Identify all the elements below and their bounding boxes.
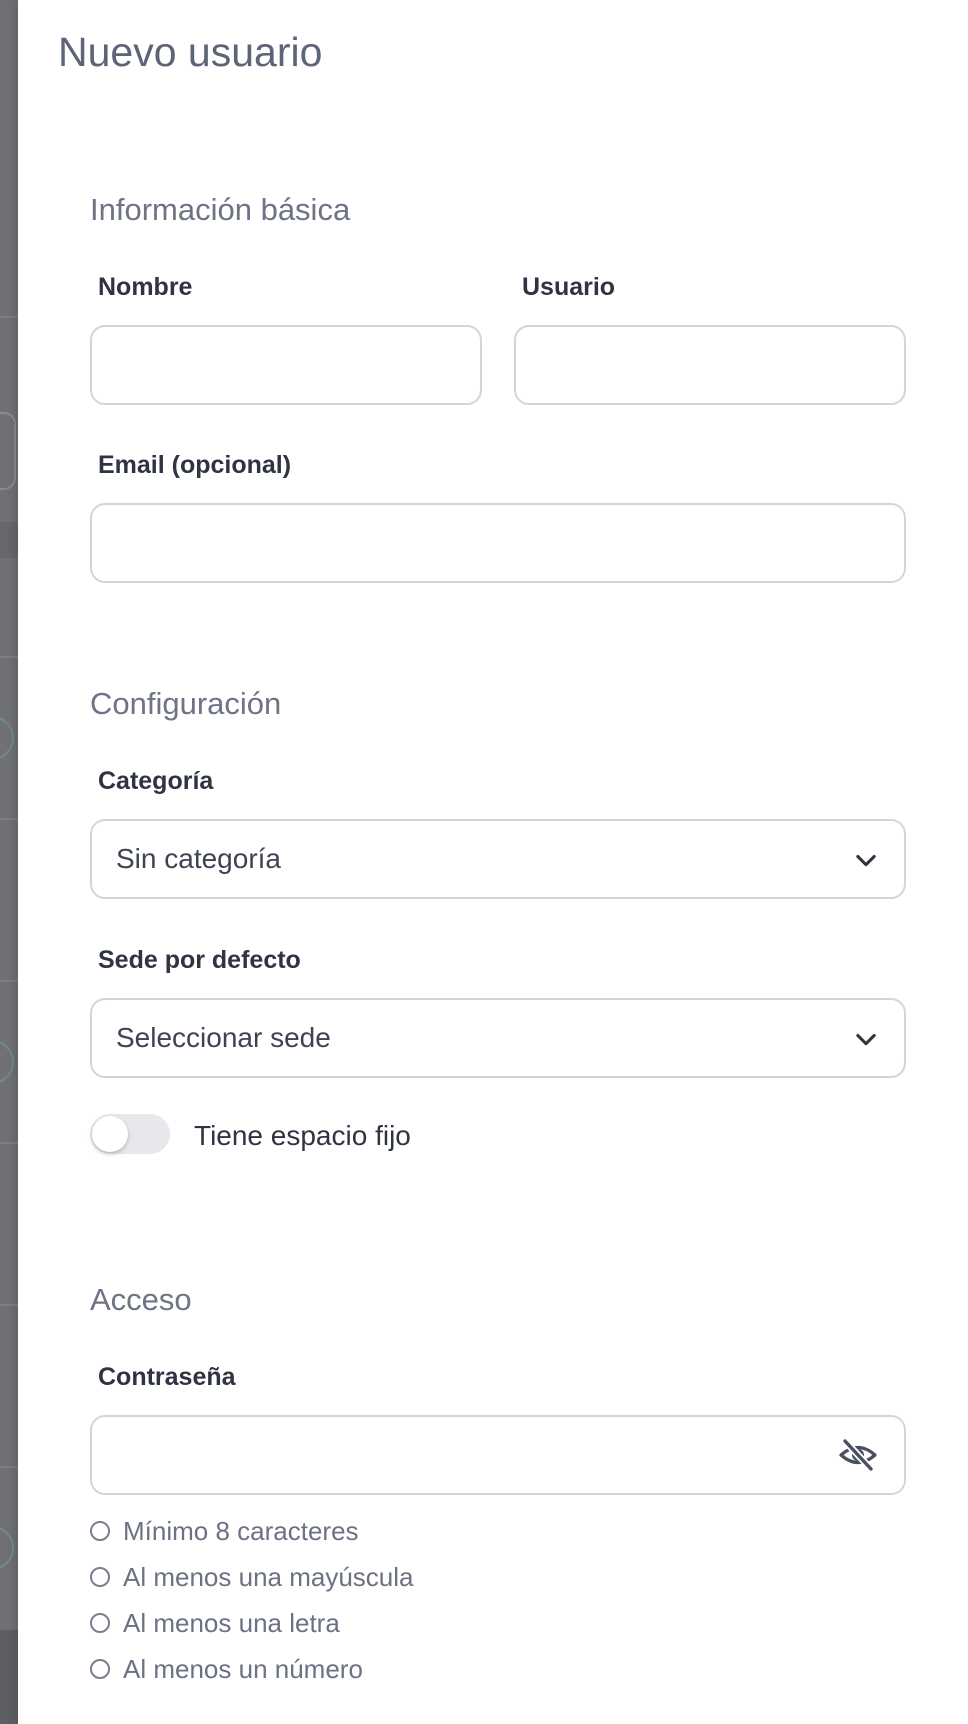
- background-card-edge: [0, 412, 16, 490]
- section-heading-configuration: Configuración: [90, 686, 282, 721]
- fixed-space-label: Tiene espacio fijo: [194, 1120, 411, 1151]
- email-input[interactable]: [92, 505, 904, 581]
- chevron-down-icon: [856, 1033, 876, 1046]
- requirement-unchecked-icon: [90, 1521, 110, 1541]
- password-label: Contraseña: [98, 1363, 236, 1391]
- name-label: Nombre: [98, 273, 193, 301]
- username-input[interactable]: [516, 327, 904, 403]
- background-divider: [0, 1304, 18, 1306]
- new-user-drawer: Nuevo usuario Información básica Nombre …: [18, 0, 968, 1724]
- fixed-space-toggle[interactable]: [90, 1114, 170, 1154]
- background-divider: [0, 1466, 18, 1468]
- name-field[interactable]: [90, 325, 482, 405]
- requirement-unchecked-icon: [90, 1659, 110, 1679]
- password-field[interactable]: [90, 1415, 906, 1495]
- eye-off-icon[interactable]: [838, 1437, 878, 1473]
- username-field[interactable]: [514, 325, 906, 405]
- email-label: Email (opcional): [98, 451, 292, 479]
- background-overlay[interactable]: [0, 0, 18, 1724]
- requirement-unchecked-icon: [90, 1567, 110, 1587]
- background-divider: [0, 316, 18, 318]
- username-label: Usuario: [522, 273, 616, 301]
- category-select[interactable]: Sin categoría: [90, 819, 906, 899]
- name-input[interactable]: [92, 327, 480, 403]
- toggle-knob: [92, 1116, 128, 1152]
- background-avatar-edge: [0, 1526, 14, 1570]
- requirement-text: Al menos un número: [123, 1654, 363, 1684]
- email-field[interactable]: [90, 503, 906, 583]
- background-footer: [0, 1630, 18, 1724]
- requirement-text: Al menos una letra: [123, 1608, 340, 1638]
- category-selected-value: Sin categoría: [116, 843, 281, 874]
- section-heading-basic-info: Información básica: [90, 192, 351, 227]
- section-heading-access: Acceso: [90, 1282, 192, 1317]
- category-label: Categoría: [98, 767, 214, 795]
- password-input[interactable]: [92, 1417, 904, 1493]
- background-band: [0, 522, 18, 558]
- requirement-unchecked-icon: [90, 1613, 110, 1633]
- default-site-selected-value: Seleccionar sede: [116, 1022, 331, 1053]
- requirement-text: Al menos una mayúscula: [123, 1562, 414, 1592]
- background-divider: [0, 1142, 18, 1144]
- background-avatar-edge: [0, 1040, 14, 1084]
- drawer-title: Nuevo usuario: [58, 29, 323, 75]
- background-divider: [0, 818, 18, 820]
- background-divider: [0, 980, 18, 982]
- background-divider: [0, 656, 18, 658]
- default-site-select[interactable]: Seleccionar sede: [90, 998, 906, 1078]
- default-site-label: Sede por defecto: [98, 946, 301, 974]
- requirement-text: Mínimo 8 caracteres: [123, 1516, 359, 1546]
- chevron-down-icon: [856, 854, 876, 867]
- background-avatar-edge: [0, 716, 14, 760]
